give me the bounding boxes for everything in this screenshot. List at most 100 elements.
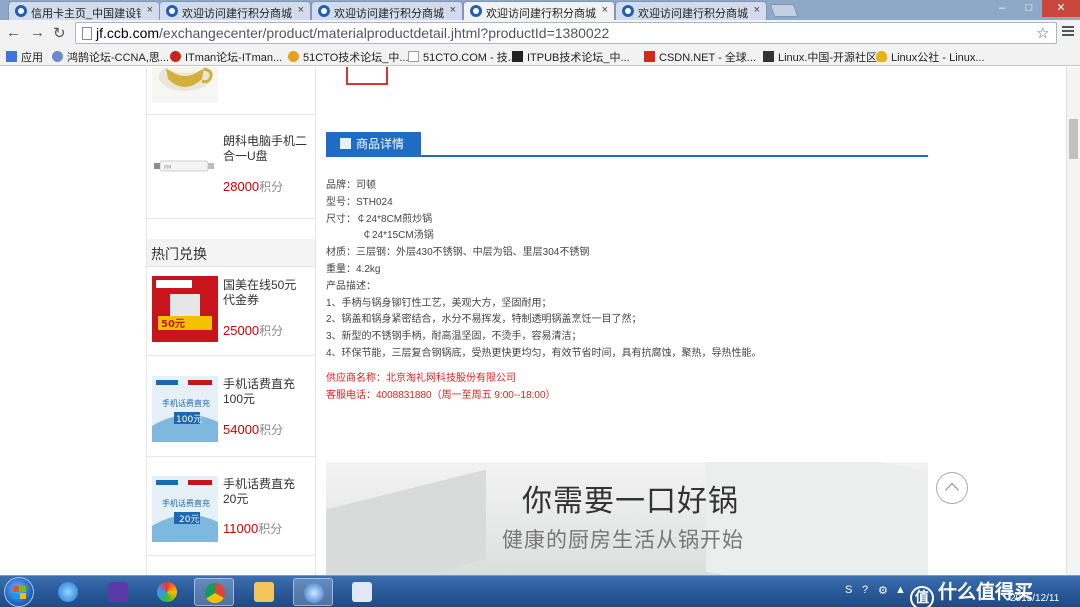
bookmark-item[interactable]: ITman论坛-ITman... [170,49,282,65]
forward-arrow-icon[interactable]: → [30,24,45,41]
minimize-button[interactable]: – [988,0,1016,17]
page-icon [408,51,419,62]
tab-title: 信用卡主页_中国建设银行 [31,8,141,20]
product-price: 54000积分 [223,421,283,438]
app-icon [304,583,324,603]
tab-label: 商品详情 [356,137,405,151]
browser-tab[interactable]: 欢迎访问建行积分商城 × [311,1,463,20]
spec-material: 材质：三层钢：外层430不锈钢、中层为铝、里层304不锈钢 [326,247,590,259]
phone-recharge-image: 手机话费直充 100元 [152,376,218,442]
banner-subline: 健康的厨房生活从锅开始 [502,528,744,552]
banner-decoration [706,462,928,575]
product-name[interactable]: 朗科电脑手机二合一U盘 [223,134,307,164]
bookmarks-bar: 应用 鸿鹄论坛-CCNA,思... ITman论坛-ITman... 51CTO… [0,46,1080,66]
tray-sogou-icon[interactable]: S [845,584,852,596]
sidebar-product-item[interactable]: PM 朗科电脑手机二合一U盘 28000积分 [147,115,315,219]
browser-toolbar: ← → ↻ jf.ccb.com/exchangecenter/product/… [0,20,1080,46]
sidebar-product-item[interactable]: 手机话费直充 100元 手机话费直充100元 54000积分 [147,357,315,457]
taskbar-explorer[interactable] [244,578,284,606]
bookmark-label: 51CTO.COM - 技... [423,52,517,64]
tray-settings-icon[interactable]: ⚙ [878,584,888,597]
start-button[interactable] [4,577,34,607]
bookmark-item[interactable]: 鸿鹄论坛-CCNA,思... [52,49,169,65]
back-arrow-icon[interactable]: ← [6,24,21,41]
chrome-menu-icon[interactable] [1062,26,1074,38]
itpub-icon [512,51,523,62]
spec-description-label: 产品描述： [326,280,376,292]
taskbar-ie[interactable] [48,578,88,606]
maximize-button[interactable]: □ [1016,0,1042,17]
product-thumbnail[interactable]: PM [152,133,218,199]
reload-icon[interactable]: ↻ [53,24,66,42]
banner-headline: 你需要一口好锅 [522,484,739,519]
bookmark-item[interactable]: 51CTO技术论坛_中... [288,49,409,65]
product-thumbnail[interactable]: 50元 [152,276,218,342]
browser-tab[interactable]: 欢迎访问建行积分商城 × [615,1,767,20]
product-thumbnail[interactable] [152,67,218,103]
app-icon [157,582,177,602]
new-tab-button[interactable] [769,4,799,17]
taskbar-chrome[interactable] [194,578,234,606]
page-icon [82,27,92,40]
bookmark-item[interactable]: 51CTO.COM - 技... [408,49,517,65]
tab-close-icon[interactable]: × [298,4,304,16]
tab-product-details[interactable]: 商品详情 [326,132,421,157]
bookmark-label: 应用 [21,52,43,64]
linux-china-icon [763,51,774,62]
product-name[interactable]: 手机话费直充20元 [223,477,307,507]
price-unit: 积分 [259,180,284,194]
web-page: 95000积分 PM 朗科电脑手机二合一U盘 28000积分 热门兑换 [0,67,1066,575]
bookmark-star-icon[interactable]: ☆ [1036,24,1049,42]
media-player-icon [108,582,128,602]
sidebar-product-item[interactable]: 50元 国美在线50元代金券 25000积分 [147,268,315,356]
back-to-top-button[interactable] [936,472,968,504]
browser-tab-active[interactable]: 欢迎访问建行积分商城 × [463,1,615,21]
browser-tab[interactable]: 欢迎访问建行积分商城 × [159,1,311,20]
bookmark-item[interactable]: Linux.中国-开源社区 [763,49,877,65]
scrollbar-thumb[interactable] [1069,119,1078,159]
tab-title: 欢迎访问建行积分商城 [486,8,596,20]
tab-title: 欢迎访问建行积分商城 [334,8,444,20]
sidebar-product-item[interactable]: 手机话费直充 20元 手机话费直充20元 11000积分 [147,458,315,556]
product-specs: 品牌：司顿 型号：STH024 尺寸：￠24*8CM煎炒锅 ￠24*15CM汤锅… [326,178,928,404]
product-thumbnail[interactable]: 手机话费直充 20元 [152,476,218,542]
chrome-icon [205,583,225,603]
bookmark-item[interactable]: Linux公社 - Linux... [876,49,985,65]
url-text[interactable]: jf.ccb.com/exchangecenter/product/materi… [96,25,609,41]
taskbar-app[interactable] [342,578,382,606]
taskbar-app-active[interactable] [293,578,333,606]
bookmark-label: ITman论坛-ITman... [185,52,283,64]
tab-close-icon[interactable]: × [602,4,608,16]
tab-close-icon[interactable]: × [147,4,153,16]
taskbar-media[interactable] [98,578,138,606]
product-name[interactable]: 手机话费直充100元 [223,377,307,407]
product-name[interactable]: 国美在线50元代金券 [223,278,307,308]
service-hotline: 客服电话：4008831880（周一至周五 9:00--18:00） [326,389,556,401]
bookmark-item[interactable]: ITPUB技术论坛_中... [512,49,630,65]
selected-product-thumbnail[interactable] [346,67,388,85]
sidebar-product-item[interactable]: 95000积分 [147,67,315,115]
tray-help-icon[interactable]: ? [862,584,868,596]
vertical-scrollbar[interactable] [1066,67,1080,575]
bookmark-apps[interactable]: 应用 [6,49,43,65]
price-value: 25000 [223,323,260,338]
taskbar-app[interactable] [147,578,187,606]
taskbar-clock-date[interactable]: 2015/12/11 [1010,593,1059,604]
csdn-icon [644,51,655,62]
bookmark-label: ITPUB技术论坛_中... [527,52,630,64]
address-bar[interactable]: jf.ccb.com/exchangecenter/product/materi… [75,22,1057,44]
tab-close-icon[interactable]: × [450,4,456,16]
product-price: 28000积分 [223,178,283,195]
close-window-button[interactable]: ✕ [1042,0,1080,17]
apps-grid-icon [6,51,17,62]
svg-text:手机话费直充: 手机话费直充 [162,398,210,408]
tux-icon [876,51,887,62]
url-path: /exchangecenter/product/materialproductd… [159,25,610,41]
product-thumbnail[interactable]: 手机话费直充 100元 [152,376,218,442]
tab-close-icon[interactable]: × [754,4,760,16]
spec-model: 型号：STH024 [326,196,393,208]
bookmark-item[interactable]: CSDN.NET - 全球... [644,49,756,65]
browser-tab[interactable]: 信用卡主页_中国建设银行 × [8,1,160,20]
tray-expand-icon[interactable]: ▲ [895,584,906,596]
detail-tab-bar: 商品详情 [326,132,928,157]
